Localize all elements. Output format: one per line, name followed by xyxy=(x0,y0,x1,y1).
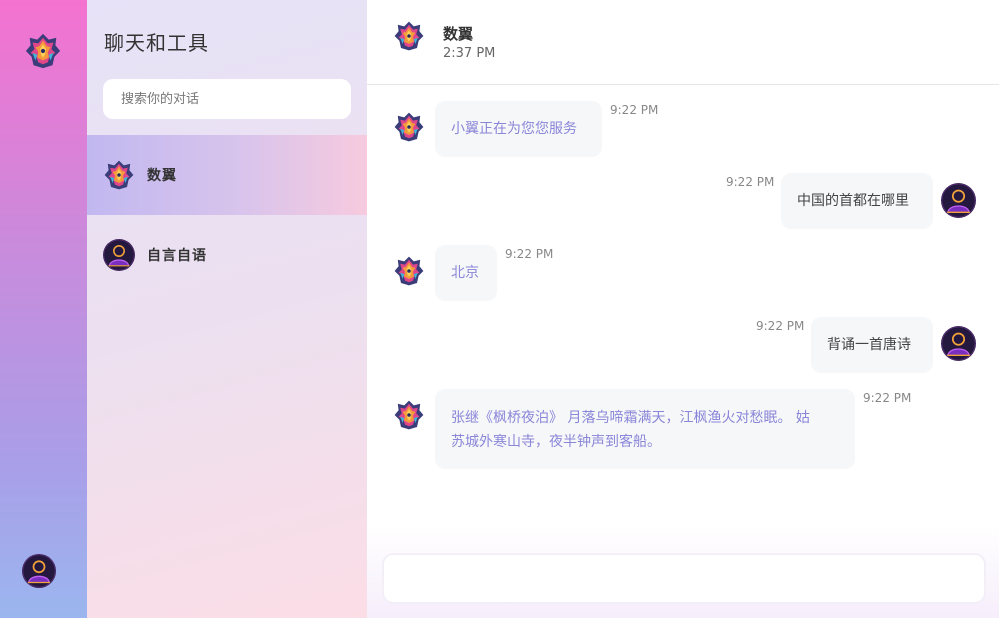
chat-title: 数翼 xyxy=(443,25,474,43)
bot-logo-icon xyxy=(393,255,425,287)
conversation-name: 自言自语 xyxy=(147,248,207,264)
conversation-name: 数翼 xyxy=(147,168,177,184)
bot-logo-icon xyxy=(393,20,425,52)
bot-logo-icon xyxy=(103,159,135,191)
chat-area: 数翼 2:37 PM 小翼正在为您您服务 9:22 PM 9:22 PM 中国的… xyxy=(367,0,999,618)
message-time: 9:22 PM xyxy=(863,391,912,405)
message-time: 9:22 PM xyxy=(610,103,659,117)
message-text-line: 苏城外寒山寺，夜半钟声到客船。 xyxy=(451,434,661,450)
user-avatar-icon xyxy=(103,239,135,271)
bot-logo-icon xyxy=(393,399,425,431)
user-avatar-icon xyxy=(941,326,976,361)
bot-message-bubble: 北京 xyxy=(435,245,497,301)
message-text-line: 张继《枫桥夜泊》 月落乌啼霜满天，江枫渔火对愁眠。 姑 xyxy=(451,410,810,426)
chat-time: 2:37 PM xyxy=(443,46,496,61)
conversation-panel: 聊天和工具 数翼 自言自语 xyxy=(87,0,367,618)
message-time: 9:22 PM xyxy=(726,175,775,189)
message-text: 小翼正在为您您服务 xyxy=(451,121,577,137)
user-message-bubble: 中国的首都在哪里 xyxy=(781,173,933,229)
search-input[interactable] xyxy=(103,79,351,119)
message-text: 中国的首都在哪里 xyxy=(797,193,909,209)
message-time: 9:22 PM xyxy=(505,247,554,261)
user-avatar-icon[interactable] xyxy=(22,554,56,588)
bot-logo-icon xyxy=(393,111,425,143)
message-text: 背诵一首唐诗 xyxy=(827,337,911,353)
message-input[interactable] xyxy=(383,554,985,603)
message-time: 9:22 PM xyxy=(756,319,805,333)
bot-message-bubble: 张继《枫桥夜泊》 月落乌啼霜满天，江枫渔火对愁眠。 姑 苏城外寒山寺，夜半钟声到… xyxy=(435,389,855,469)
app-rail xyxy=(0,0,87,618)
chat-header: 数翼 2:37 PM xyxy=(367,0,999,85)
user-message-bubble: 背诵一首唐诗 xyxy=(811,317,933,373)
app-logo-icon[interactable] xyxy=(24,32,62,70)
user-avatar-icon xyxy=(941,183,976,218)
panel-title: 聊天和工具 xyxy=(104,31,209,55)
conversation-item-shuyi[interactable]: 数翼 xyxy=(87,135,367,215)
bot-message-bubble: 小翼正在为您您服务 xyxy=(435,101,602,157)
message-text: 北京 xyxy=(451,265,479,281)
conversation-item-monologue[interactable]: 自言自语 xyxy=(87,215,367,295)
